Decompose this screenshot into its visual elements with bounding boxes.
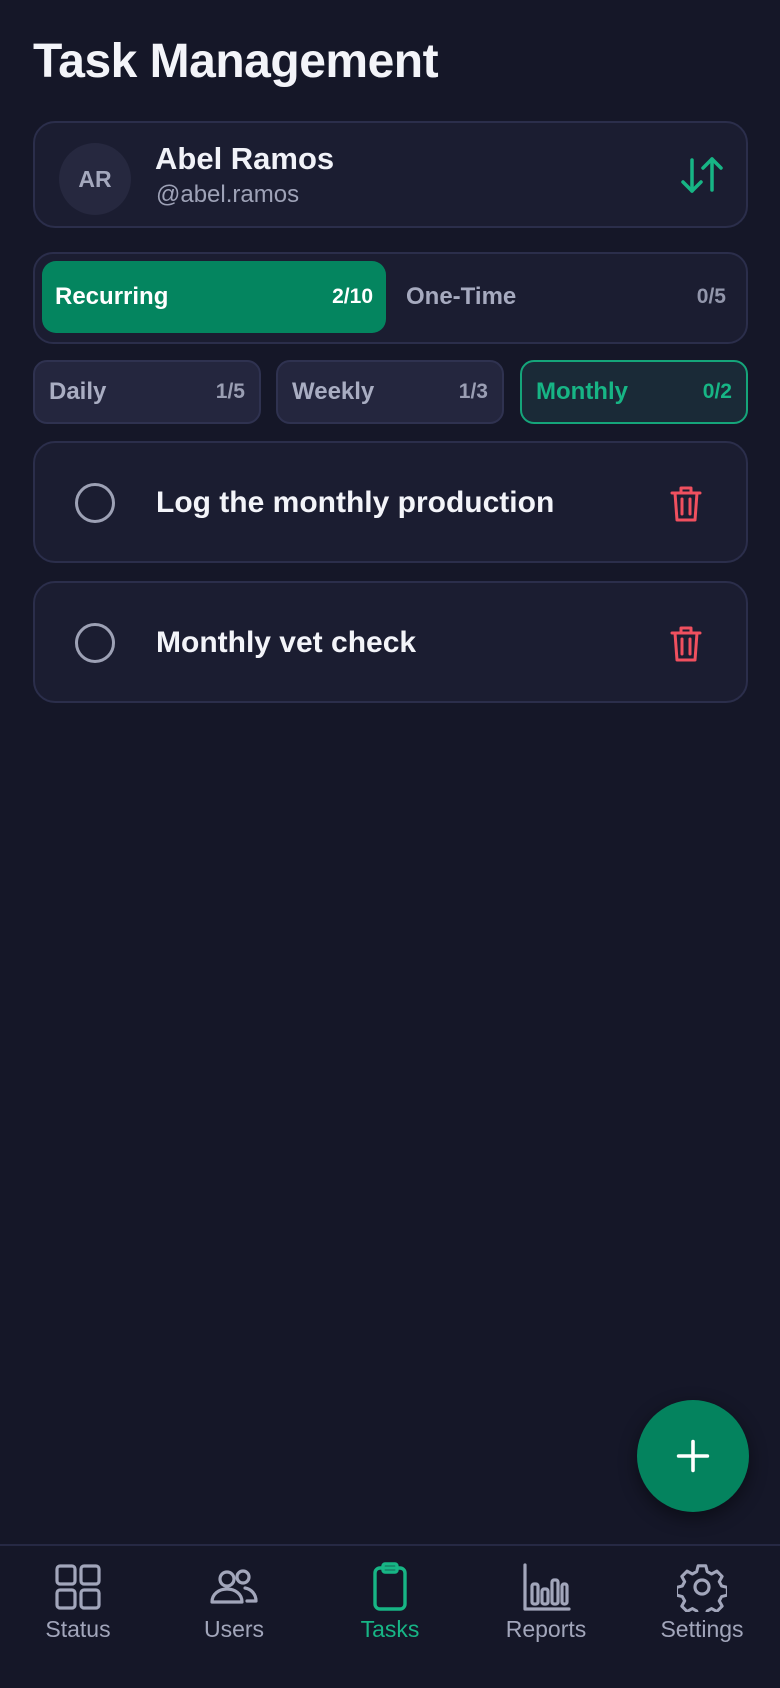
nav-label: Status <box>45 1616 111 1642</box>
users-icon <box>210 1569 258 1604</box>
swap-sort-icon <box>681 157 723 193</box>
add-task-button[interactable] <box>637 1400 749 1512</box>
tab-recurring-label: Recurring <box>55 283 169 310</box>
plus-icon <box>676 1439 710 1473</box>
tab-monthly[interactable]: Monthly 0/2 <box>520 360 748 424</box>
tab-recurring-count: 2/10 <box>332 285 373 308</box>
user-name: Abel Ramos <box>155 141 335 176</box>
task-management-screen: Task Management AR Abel Ramos @abel.ramo… <box>0 0 780 1688</box>
tab-daily[interactable]: Daily 1/5 <box>33 360 261 424</box>
grid-icon <box>55 1564 101 1610</box>
nav-label: Reports <box>505 1616 587 1642</box>
tab-weekly-label: Weekly <box>292 378 375 405</box>
nav-label: Settings <box>660 1616 744 1642</box>
tab-daily-label: Daily <box>49 378 107 405</box>
switch-user-button[interactable] <box>680 155 724 195</box>
avatar: AR <box>59 143 131 215</box>
tab-daily-count: 1/5 <box>215 380 245 403</box>
page-title: Task Management <box>33 35 439 88</box>
nav-item-users[interactable]: Users <box>156 1562 312 1662</box>
task-type-tabs: Recurring 2/10 One-Time 0/5 <box>33 252 748 344</box>
trash-icon <box>670 626 702 662</box>
tab-one-time-count: 0/5 <box>696 285 726 308</box>
bar-chart-icon <box>523 1563 571 1611</box>
user-card: AR Abel Ramos @abel.ramos <box>33 121 748 228</box>
task-title: Monthly vet check <box>156 626 417 659</box>
nav-label: Tasks <box>360 1616 420 1642</box>
task-complete-checkbox[interactable] <box>75 483 115 523</box>
tab-weekly[interactable]: Weekly 1/3 <box>276 360 504 424</box>
tab-monthly-count: 0/2 <box>702 380 732 403</box>
tab-monthly-label: Monthly <box>536 378 628 405</box>
clipboard-icon <box>373 1562 407 1611</box>
user-handle: @abel.ramos <box>156 181 300 208</box>
delete-task-button[interactable] <box>670 625 702 663</box>
task-item: Monthly vet check <box>33 581 748 703</box>
bottom-nav: Status Users Tasks Reports Settings <box>0 1544 780 1688</box>
task-item: Log the monthly production <box>33 441 748 563</box>
nav-item-reports[interactable]: Reports <box>468 1562 624 1662</box>
nav-item-tasks[interactable]: Tasks <box>312 1562 468 1662</box>
tab-one-time-label: One-Time <box>406 283 517 310</box>
gear-icon <box>677 1564 727 1612</box>
nav-item-status[interactable]: Status <box>0 1562 156 1662</box>
task-title: Log the monthly production <box>156 486 555 519</box>
tab-weekly-count: 1/3 <box>458 380 488 403</box>
tab-one-time[interactable]: One-Time 0/5 <box>393 261 739 333</box>
nav-label: Users <box>203 1616 265 1642</box>
nav-item-settings[interactable]: Settings <box>624 1562 780 1662</box>
delete-task-button[interactable] <box>670 485 702 523</box>
tab-recurring[interactable]: Recurring 2/10 <box>42 261 386 333</box>
trash-icon <box>670 486 702 522</box>
task-complete-checkbox[interactable] <box>75 623 115 663</box>
